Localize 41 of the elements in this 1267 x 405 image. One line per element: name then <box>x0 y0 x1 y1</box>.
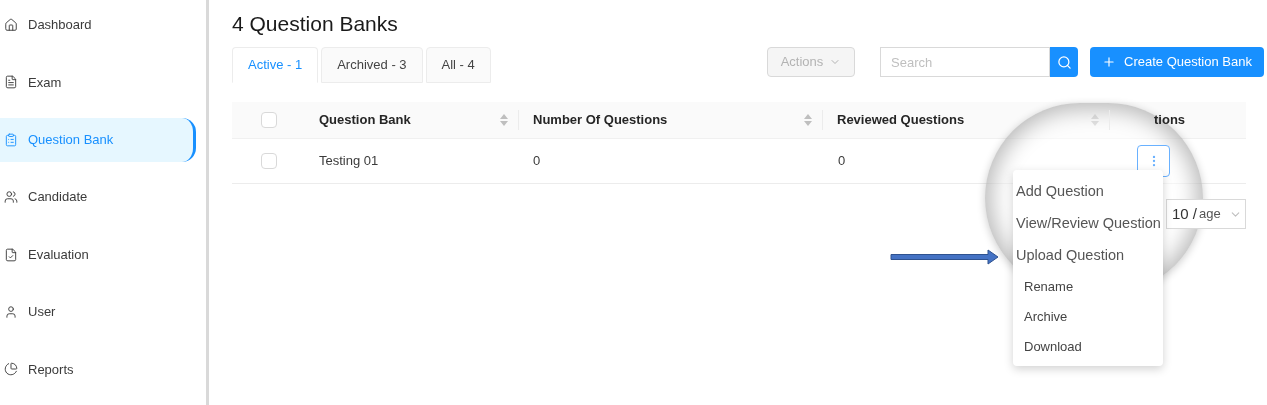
menu-item[interactable]: Rename <box>1013 272 1163 302</box>
checkbox[interactable] <box>261 153 277 169</box>
column-header: Question Bank <box>319 111 411 130</box>
people-icon <box>4 190 18 205</box>
sort-icon[interactable] <box>804 114 812 126</box>
search-icon <box>1056 54 1072 70</box>
page-size-select[interactable]: 10 /age <box>1166 199 1246 229</box>
menu-item[interactable]: Upload Question <box>1013 240 1163 272</box>
menu-item[interactable]: Archive <box>1013 302 1163 332</box>
tab[interactable]: Archived - 3 <box>321 47 423 83</box>
tab[interactable]: All - 4 <box>425 47 491 83</box>
table-cell: 0 <box>533 153 541 169</box>
column-header: Reviewed Questions <box>837 111 965 130</box>
column-header: tions <box>1154 111 1186 130</box>
pie-chart-icon <box>4 362 18 377</box>
sidebar-item[interactable]: Reports <box>0 347 196 392</box>
sidebar-item[interactable]: Candidate <box>0 175 196 220</box>
column-header: Number Of Questions <box>533 111 668 130</box>
menu-item[interactable]: Download <box>1013 332 1163 362</box>
sidebar-item[interactable]: User <box>0 290 196 335</box>
table-cell: Testing 01 <box>319 153 379 169</box>
page-size-value: 10 / <box>1172 203 1198 224</box>
person-icon <box>4 305 18 320</box>
menu-item[interactable]: View/Review Question <box>1013 208 1163 240</box>
house-icon <box>4 17 18 32</box>
page-title: 4 Question Banks <box>232 11 398 37</box>
sidebar-item[interactable]: Dashboard <box>0 3 196 47</box>
document-icon <box>4 75 18 90</box>
plus-icon <box>1102 55 1117 69</box>
sidebar-item[interactable]: Evaluation <box>0 232 196 277</box>
menu-item[interactable]: Add Question <box>1013 176 1163 208</box>
search-field[interactable]: Search <box>880 47 1050 77</box>
sort-icon[interactable] <box>1091 114 1099 126</box>
search-button[interactable] <box>1050 47 1078 77</box>
sidebar-item[interactable]: Exam <box>0 60 196 105</box>
checkbox[interactable] <box>261 112 277 128</box>
table-cell: 0 <box>838 153 846 169</box>
clipboard-icon <box>4 132 18 147</box>
sort-icon[interactable] <box>500 114 508 126</box>
page-size-unit: age <box>1199 205 1221 224</box>
checked-document-icon <box>4 247 18 262</box>
